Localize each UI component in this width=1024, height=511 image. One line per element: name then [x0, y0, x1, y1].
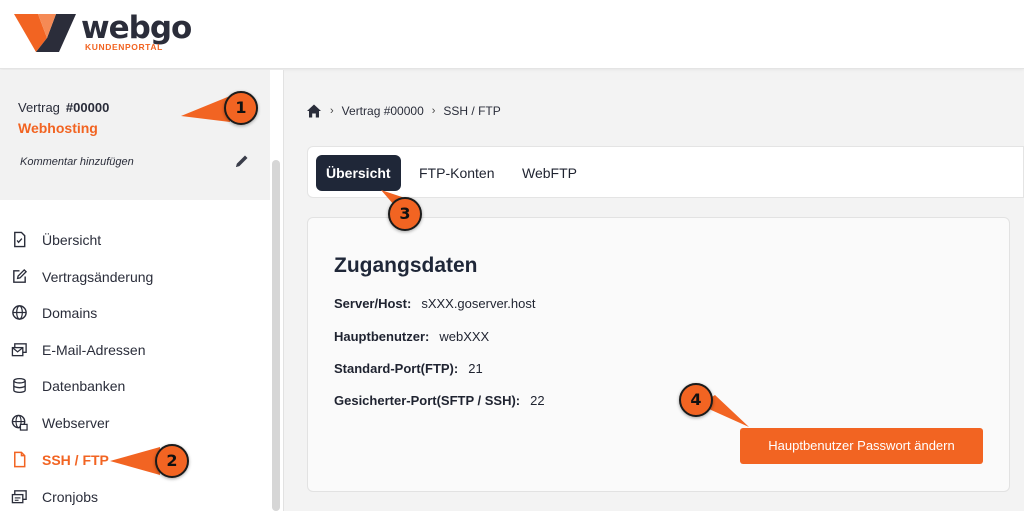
server-host-row: Server/Host: sXXX.goserver.host	[334, 296, 535, 311]
add-comment-link[interactable]: Kommentar hinzufügen	[20, 156, 134, 168]
contract-summary: Vertrag #00000 Webhosting Kommentar hinzu…	[0, 70, 270, 200]
row-label: Standard-Port(FTP):	[334, 361, 459, 376]
webgo-logo-mark	[14, 14, 76, 52]
chevron-right-icon: ›	[431, 105, 436, 117]
pencil-icon[interactable]	[234, 153, 250, 169]
change-password-button[interactable]: Hauptbenutzer Passwort ändern	[740, 428, 983, 464]
contract-number: #00000	[65, 100, 110, 115]
sidebar-item-cronjobs[interactable]: Cronjobs	[0, 482, 270, 511]
callout-1: 1	[224, 91, 258, 125]
contract-type[interactable]: Webhosting	[18, 120, 98, 136]
contract-number-line: Vertrag #00000	[18, 100, 109, 115]
row-value: 22	[530, 393, 545, 408]
file-icon	[14, 451, 26, 468]
row-label: Server/Host:	[334, 296, 412, 311]
callout-4: 4	[679, 383, 713, 417]
home-icon[interactable]	[306, 103, 322, 119]
breadcrumb: › Vertrag #00000 › SSH / FTP	[306, 101, 501, 121]
callout-2: 2	[155, 444, 189, 478]
row-value: 21	[468, 361, 483, 376]
server-globe-icon	[11, 414, 28, 431]
tab-uebersicht[interactable]: Übersicht	[316, 155, 401, 191]
logo-subtitle: KUNDENPORTAL	[85, 42, 163, 52]
main-user-row: Hauptbenutzer: webXXX	[334, 329, 489, 344]
row-value: webXXX	[439, 329, 490, 344]
sidebar-item-label: SSH / FTP	[42, 452, 109, 468]
row-label: Gesicherter-Port(SFTP / SSH):	[334, 393, 521, 408]
tab-bar: Übersicht FTP-Konten WebFTP	[307, 146, 1024, 198]
document-icon	[14, 231, 26, 248]
sidebar-item-datenbanken[interactable]: Datenbanken	[0, 371, 270, 401]
sidebar-item-domains[interactable]: Domains	[0, 298, 270, 328]
tab-ftp-konten[interactable]: FTP-Konten	[409, 155, 504, 191]
sidebar-item-label: Vertragsänderung	[42, 269, 154, 285]
database-icon	[13, 377, 26, 394]
card-title: Zugangsdaten	[334, 254, 478, 277]
sidebar-item-uebersicht[interactable]: Übersicht	[0, 225, 270, 255]
sidebar-item-label: E-Mail-Adressen	[42, 342, 146, 358]
secure-port-row: Gesicherter-Port(SFTP / SSH): 22	[334, 393, 545, 408]
sidebar-item-email[interactable]: E-Mail-Adressen	[0, 335, 270, 365]
breadcrumb-current: SSH / FTP	[443, 104, 501, 118]
globe-icon	[12, 305, 27, 320]
chevron-right-icon: ›	[330, 105, 334, 117]
webgo-logo[interactable]: webgo KUNDENPORTAL	[14, 10, 192, 54]
callout-3: 3	[388, 197, 422, 231]
sidebar-item-label: Cronjobs	[42, 489, 99, 505]
edit-icon	[13, 268, 28, 283]
breadcrumb-contract[interactable]: Vertrag #00000	[342, 104, 424, 118]
logo-wordmark: webgo	[81, 10, 192, 46]
sidebar-item-label: Übersicht	[42, 232, 102, 248]
row-label: Hauptbenutzer:	[334, 329, 430, 344]
sidebar-item-webserver[interactable]: Webserver	[0, 408, 270, 438]
contract-label: Vertrag	[18, 100, 60, 115]
top-header: webgo KUNDENPORTAL	[0, 0, 1024, 69]
tab-webftp[interactable]: WebFTP	[512, 155, 587, 191]
sidebar-scrollbar[interactable]	[272, 160, 280, 511]
sidebar-item-vertragsaenderung[interactable]: Vertragsänderung	[0, 262, 270, 292]
cron-icon	[11, 490, 27, 504]
sidebar-item-label: Webserver	[42, 415, 110, 431]
sidebar-item-label: Domains	[42, 305, 98, 321]
row-value: sXXX.goserver.host	[421, 296, 536, 311]
sidebar-item-ssh-ftp[interactable]: SSH / FTP	[0, 445, 270, 475]
sidebar: Vertrag #00000 Webhosting Kommentar hinzu…	[0, 70, 284, 511]
sidebar-item-label: Datenbanken	[42, 378, 126, 394]
standard-port-row: Standard-Port(FTP): 21	[334, 361, 483, 376]
mail-icon	[11, 343, 27, 357]
